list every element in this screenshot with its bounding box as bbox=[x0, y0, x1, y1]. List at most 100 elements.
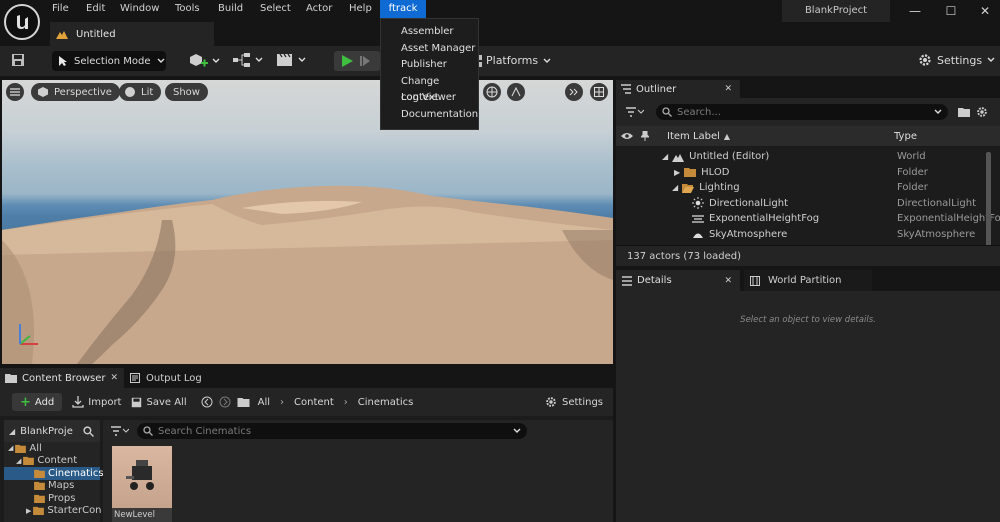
details-tab-bar: Details ✕ World Partition bbox=[616, 270, 1000, 291]
gear-icon[interactable] bbox=[976, 106, 988, 118]
asset-search-input[interactable]: Search Cinematics bbox=[137, 423, 527, 439]
snap-icon[interactable] bbox=[507, 83, 525, 101]
visibility-eye-icon[interactable] bbox=[621, 132, 633, 140]
perspective-button[interactable]: Perspective bbox=[31, 83, 120, 101]
outliner-row-directional-light[interactable]: DirectionalLight DirectionalLight bbox=[616, 196, 1000, 212]
breadcrumb-content[interactable]: Content bbox=[294, 397, 334, 408]
expand-toolbar-icon[interactable] bbox=[565, 83, 583, 101]
add-folder-icon[interactable] bbox=[958, 107, 970, 117]
sources-panel: ◢ BlankProje ◢ All ◢ Content Cinematics … bbox=[4, 420, 104, 522]
search-icon[interactable] bbox=[83, 425, 94, 437]
menu-item-asset-manager[interactable]: Asset Manager bbox=[381, 41, 478, 58]
sources-header[interactable]: ◢ BlankProje bbox=[4, 420, 100, 442]
history-back-icon[interactable] bbox=[201, 396, 213, 408]
gear-icon bbox=[918, 53, 932, 67]
minimize-icon[interactable]: — bbox=[898, 0, 932, 22]
close-icon[interactable]: ✕ bbox=[968, 0, 1000, 22]
import-button[interactable]: Import bbox=[72, 396, 121, 408]
breadcrumb-all[interactable]: All bbox=[258, 397, 270, 408]
menu-item-assembler[interactable]: Assembler bbox=[381, 24, 478, 41]
outliner-row-world[interactable]: ◢ Untitled (Editor) World bbox=[616, 149, 1000, 165]
details-icon bbox=[622, 275, 632, 286]
history-forward-icon[interactable] bbox=[219, 396, 231, 408]
expand-arrow-icon[interactable]: ◢ bbox=[662, 152, 668, 161]
unreal-logo-icon[interactable] bbox=[4, 4, 40, 40]
save-all-button[interactable]: Save All bbox=[131, 397, 187, 408]
menu-build[interactable]: Build bbox=[212, 0, 249, 18]
show-button[interactable]: Show bbox=[165, 83, 208, 101]
lit-button[interactable]: Lit bbox=[119, 83, 162, 101]
menu-item-log-viewer[interactable]: Log Viewer bbox=[381, 90, 478, 107]
row-type: Folder bbox=[897, 166, 928, 178]
tree-item-label: Content bbox=[37, 455, 78, 467]
save-icon[interactable] bbox=[11, 53, 25, 67]
open-folder-icon bbox=[15, 444, 27, 453]
folder-icon bbox=[34, 469, 45, 478]
globe-icon[interactable] bbox=[483, 83, 501, 101]
play-step-icon[interactable] bbox=[360, 55, 370, 67]
item-label-column[interactable]: Item Label bbox=[667, 131, 720, 142]
world-partition-tab[interactable]: World Partition bbox=[744, 270, 872, 291]
close-tab-icon[interactable]: ✕ bbox=[724, 84, 732, 94]
content-settings-button[interactable]: Settings bbox=[545, 396, 603, 408]
layout-icon[interactable] bbox=[590, 83, 608, 101]
expand-arrow-icon: ◢ bbox=[16, 456, 22, 465]
row-label: Untitled (Editor) bbox=[689, 151, 770, 163]
viewport-menu-button[interactable] bbox=[6, 83, 24, 101]
add-label: Add bbox=[34, 396, 55, 408]
menu-item-documentation[interactable]: Documentation bbox=[381, 107, 478, 124]
menu-window[interactable]: Window bbox=[114, 0, 165, 18]
level-viewport[interactable]: Perspective Lit Show bbox=[2, 80, 613, 364]
collapsed-arrow-icon[interactable]: ▶ bbox=[674, 168, 680, 177]
plus-icon: + bbox=[20, 394, 31, 410]
tree-item-starter-content[interactable]: ▶ StarterCon bbox=[4, 505, 102, 518]
play-icon[interactable] bbox=[340, 54, 354, 68]
maximize-icon[interactable]: ☐ bbox=[934, 0, 968, 22]
close-tab-icon[interactable]: ✕ bbox=[724, 276, 732, 286]
menu-actor[interactable]: Actor bbox=[300, 0, 338, 18]
expand-arrow-icon[interactable]: ◢ bbox=[672, 183, 678, 192]
outliner-row-height-fog[interactable]: ExponentialHeightFog ExponentialHeightFo bbox=[616, 211, 1000, 227]
menu-ftrack[interactable]: ftrack bbox=[380, 0, 426, 18]
outliner-scrollbar[interactable] bbox=[986, 152, 991, 252]
document-tab[interactable]: Untitled bbox=[50, 22, 214, 46]
folder-icon[interactable] bbox=[237, 397, 250, 407]
settings-button[interactable]: Settings bbox=[918, 53, 995, 67]
output-log-tab[interactable]: Output Log bbox=[130, 368, 240, 388]
robot-thumbnail-icon bbox=[126, 460, 154, 490]
menu-file[interactable]: File bbox=[46, 0, 75, 18]
menu-item-publisher[interactable]: Publisher bbox=[381, 57, 478, 74]
filter-icon[interactable] bbox=[111, 426, 129, 436]
outliner-search-input[interactable]: Search... bbox=[656, 104, 948, 120]
outliner-row-hlod[interactable]: ▶ HLOD Folder bbox=[616, 165, 1000, 181]
outliner-tab[interactable]: Outliner ✕ bbox=[616, 80, 740, 98]
menu-select[interactable]: Select bbox=[254, 0, 297, 18]
breadcrumb-cinematics[interactable]: Cinematics bbox=[358, 397, 414, 408]
platforms-button[interactable]: Platforms bbox=[470, 54, 551, 67]
details-tab[interactable]: Details ✕ bbox=[616, 270, 740, 291]
content-browser-tab[interactable]: Content Browser ✕ bbox=[0, 368, 124, 388]
tree-item-content[interactable]: ◢ Content bbox=[4, 455, 100, 468]
menu-help[interactable]: Help bbox=[343, 0, 378, 18]
type-column[interactable]: Type bbox=[894, 131, 917, 142]
asset-tile-newlevel[interactable]: NewLevel bbox=[112, 446, 172, 522]
tree-item-props[interactable]: Props bbox=[4, 492, 100, 505]
blueprint-icon bbox=[233, 53, 251, 67]
pin-icon[interactable] bbox=[641, 131, 649, 141]
menu-edit[interactable]: Edit bbox=[80, 0, 111, 18]
filter-icon[interactable] bbox=[626, 107, 644, 117]
selection-mode-dropdown[interactable]: Selection Mode bbox=[52, 51, 166, 71]
import-label: Import bbox=[88, 396, 122, 408]
close-tab-icon[interactable]: ✕ bbox=[110, 373, 118, 383]
add-button[interactable]: + Add bbox=[12, 393, 63, 411]
outliner-row-lighting[interactable]: ◢ Lighting Folder bbox=[616, 180, 1000, 196]
menu-tools[interactable]: Tools bbox=[169, 0, 206, 18]
blueprint-button[interactable] bbox=[233, 53, 263, 67]
add-actor-button[interactable] bbox=[190, 53, 220, 69]
tree-item-cinematics[interactable]: Cinematics bbox=[4, 467, 104, 480]
outliner-row-sky-atmosphere[interactable]: SkyAtmosphere SkyAtmosphere bbox=[616, 227, 1000, 243]
menu-item-change-context[interactable]: Change context bbox=[381, 74, 478, 104]
tree-item-all[interactable]: ◢ All bbox=[4, 442, 100, 455]
cinematics-button[interactable] bbox=[276, 53, 306, 67]
tree-item-maps[interactable]: Maps bbox=[4, 480, 100, 493]
